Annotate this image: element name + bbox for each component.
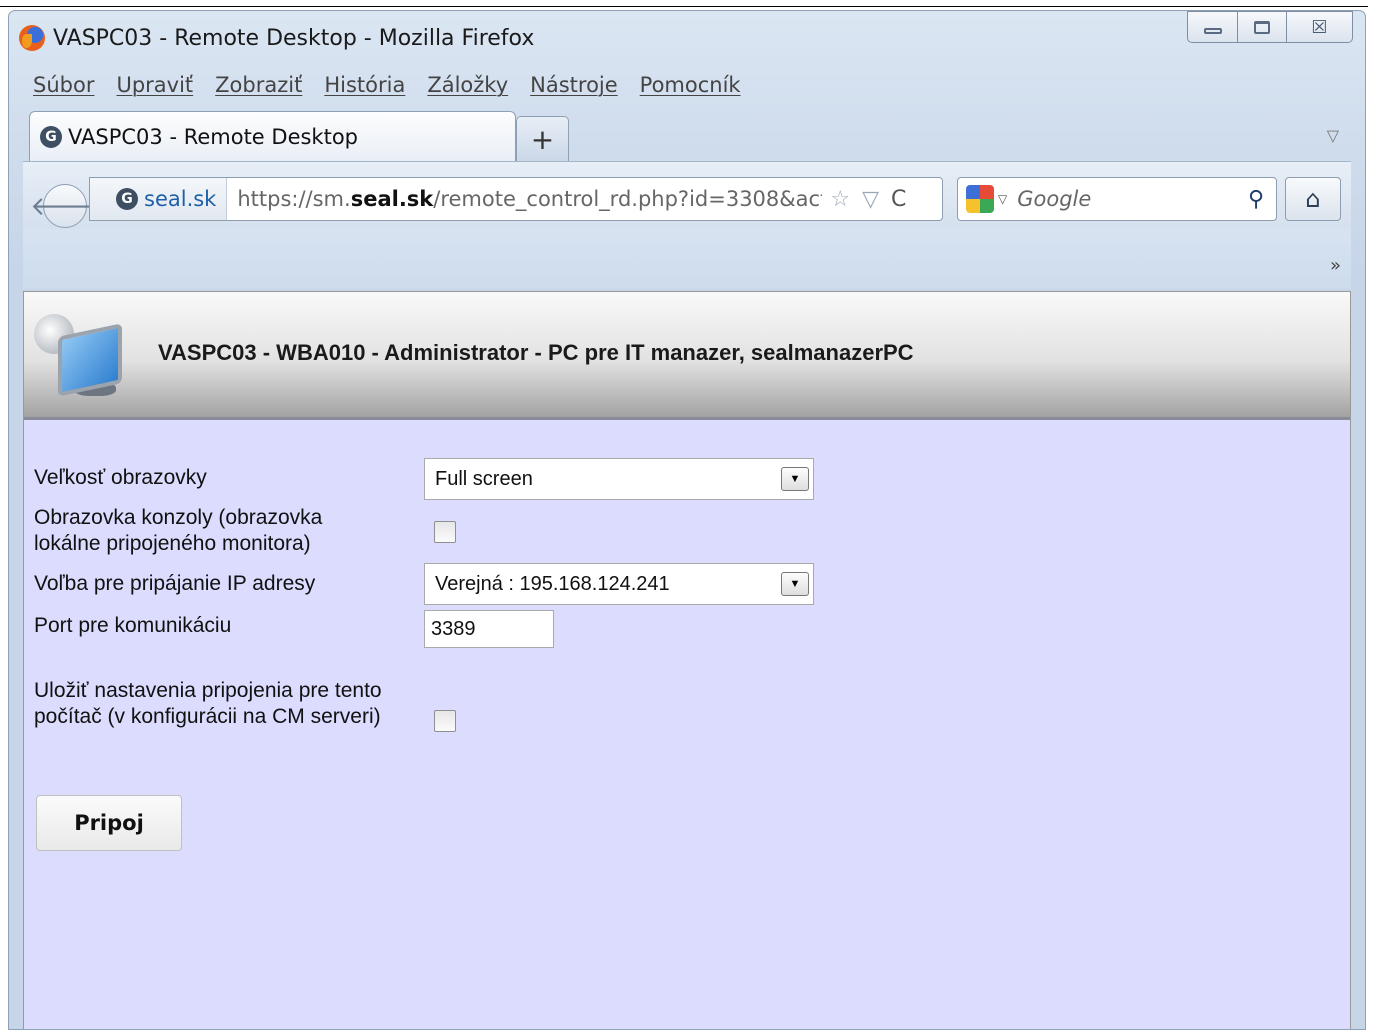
- close-icon: ☒: [1311, 16, 1328, 38]
- console-label: Obrazovka konzoly (obrazovka lokálne pri…: [34, 506, 323, 555]
- search-icon[interactable]: ⚲: [1248, 187, 1264, 212]
- menu-help[interactable]: Pomocník: [640, 73, 741, 97]
- url-bar-icons: ☆ ▽ C: [822, 187, 906, 212]
- dropdown-arrow-icon[interactable]: ▼: [781, 467, 809, 491]
- bookmark-star-icon[interactable]: ☆: [830, 187, 850, 212]
- minimize-icon: [1203, 28, 1222, 34]
- search-engine-dropdown-icon[interactable]: ▽: [998, 192, 1007, 206]
- search-input[interactable]: Google: [1017, 187, 1248, 211]
- ip-choice-select[interactable]: Verejná : 195.168.124.241 ▼: [424, 563, 814, 605]
- window-title: VASPC03 - Remote Desktop - Mozilla Firef…: [53, 25, 535, 51]
- url-text[interactable]: https://sm.seal.sk/remote_control_rd.php…: [227, 187, 822, 211]
- new-tab-button[interactable]: +: [516, 116, 569, 161]
- menu-edit[interactable]: Upraviť: [116, 73, 193, 97]
- page-title: VASPC03 - WBA010 - Administrator - PC pr…: [158, 340, 914, 365]
- menu-history[interactable]: História: [324, 73, 405, 97]
- save-settings-checkbox[interactable]: [434, 710, 456, 732]
- port-input[interactable]: 3389: [424, 610, 554, 648]
- maximize-button[interactable]: [1237, 11, 1287, 43]
- site-identity-icon: G: [116, 188, 138, 210]
- top-border: [0, 6, 1368, 7]
- url-bar[interactable]: G seal.sk https://sm.seal.sk/remote_cont…: [89, 177, 943, 221]
- connect-button[interactable]: Pripoj: [36, 795, 182, 851]
- history-dropdown-icon[interactable]: ▽: [862, 187, 879, 212]
- ip-choice-label: Voľba pre pripájanie IP adresy: [34, 572, 316, 595]
- site-identity-label: seal.sk: [144, 187, 217, 211]
- screen-size-label: Veľkosť obrazovky: [34, 466, 207, 489]
- console-checkbox[interactable]: [434, 521, 456, 543]
- remote-pc-icon: [34, 308, 129, 403]
- close-button[interactable]: ☒: [1287, 11, 1353, 43]
- back-button[interactable]: 🡐: [30, 184, 100, 228]
- tab-label: VASPC03 - Remote Desktop: [68, 124, 359, 149]
- home-button[interactable]: ⌂: [1285, 177, 1341, 221]
- window-controls: ☒: [1187, 11, 1353, 43]
- menu-view[interactable]: Zobraziť: [215, 73, 302, 97]
- menu-bookmarks[interactable]: Záložky: [427, 73, 508, 97]
- minimize-button[interactable]: [1187, 11, 1237, 43]
- dropdown-arrow-icon[interactable]: ▼: [781, 572, 809, 596]
- maximize-icon: [1254, 20, 1270, 34]
- page-header: VASPC03 - WBA010 - Administrator - PC pr…: [24, 292, 1350, 420]
- reload-icon[interactable]: C: [891, 187, 906, 212]
- tab-active[interactable]: G VASPC03 - Remote Desktop: [29, 111, 516, 161]
- bookmarks-overflow-icon[interactable]: »: [1330, 255, 1341, 276]
- google-engine-icon[interactable]: [966, 185, 994, 213]
- ip-choice-value: Verejná : 195.168.124.241: [435, 572, 670, 595]
- browser-window: VASPC03 - Remote Desktop - Mozilla Firef…: [8, 10, 1366, 1030]
- tab-list-arrow-icon[interactable]: ▽: [1327, 126, 1339, 145]
- firefox-logo-icon: [19, 25, 45, 51]
- port-label: Port pre komunikáciu: [34, 614, 232, 637]
- title-bar: VASPC03 - Remote Desktop - Mozilla Firef…: [19, 24, 534, 52]
- bookmarks-toolbar: [23, 229, 1351, 289]
- home-icon: ⌂: [1305, 185, 1321, 213]
- site-favicon-icon: G: [40, 125, 62, 148]
- menu-bar: Súbor Upraviť Zobraziť História Záložky …: [33, 73, 741, 97]
- screen-size-value: Full screen: [435, 467, 533, 490]
- page-content: VASPC03 - WBA010 - Administrator - PC pr…: [23, 291, 1351, 1029]
- menu-file[interactable]: Súbor: [33, 73, 94, 97]
- site-identity[interactable]: G seal.sk: [90, 178, 228, 220]
- menu-tools[interactable]: Nástroje: [530, 73, 618, 97]
- save-settings-label: Uložiť nastavenia pripojenia pre tento p…: [34, 679, 382, 728]
- screen-size-select[interactable]: Full screen ▼: [424, 458, 814, 500]
- search-bar[interactable]: ▽ Google ⚲: [957, 177, 1277, 221]
